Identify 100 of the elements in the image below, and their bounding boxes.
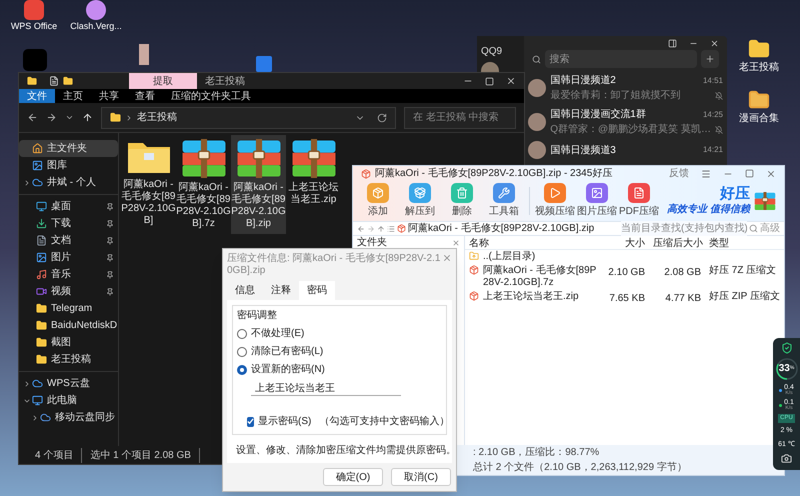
back-icon[interactable] [27,112,38,123]
close-icon[interactable] [710,38,719,48]
path-field[interactable]: 阿薰kaOri - 毛毛修女[89P28V-2.10GB].zip [397,221,619,236]
search-field[interactable]: 搜索 [545,50,697,68]
dialog-button[interactable]: 取消(C) [391,468,451,486]
chevron-right-icon[interactable] [23,380,31,388]
sidebar-label: 图库 [47,158,68,173]
tab[interactable]: 注释 [263,281,299,300]
up-icon[interactable] [82,112,93,123]
password-field[interactable]: 上老王论坛当老王 [251,381,401,396]
camera-icon[interactable] [781,453,792,464]
chat-name: 国韩日漫频道3 [550,144,616,158]
tab[interactable]: 密码 [299,281,335,300]
ribbon-tab[interactable]: 共享 [91,89,127,103]
history-icon[interactable] [65,113,74,122]
chevron-right-icon[interactable] [23,178,31,186]
sidebar-item[interactable]: 此电脑 [19,392,118,409]
archive-icon [469,265,479,275]
toolbar-button[interactable]: 解压到 [399,183,441,219]
sidebar-item[interactable]: 音乐 [23,266,118,283]
sidebar-label: 移动云盘同步 [55,410,115,425]
column-header[interactable]: 名称 [465,236,603,251]
feedback-link[interactable]: 反馈 [669,166,689,181]
folder-icon [36,354,47,365]
sidebar-item[interactable]: Telegram [23,300,118,317]
add-button[interactable] [701,50,719,68]
forward-icon[interactable] [46,112,57,123]
radio-label[interactable]: 设置新的密码(N) [251,362,325,377]
chat-name: 国韩日漫漫画交流1群 [550,108,646,122]
context-tab[interactable]: 提取 [129,73,197,89]
sidebar-item[interactable]: 桌面 [23,198,118,215]
chat-item[interactable]: 国韩日漫频道3 14:21 [524,139,727,161]
column-header[interactable]: 类型 [705,236,784,251]
address-bar[interactable]: 老王投稿 [101,106,396,128]
radio-button[interactable] [237,364,247,374]
pane-title: 文件夹 [357,236,387,248]
file-row[interactable]: 阿薰kaOri - 毛毛修女[89P28V-2.10GB].7z 2.10 GB 2.08 GB 好压 7Z 压缩文 [465,264,784,290]
checkbox[interactable] [247,416,254,426]
file-row[interactable]: 上老王论坛当老王.zip 7.65 KB 4.77 KB 好压 ZIP 压缩文 [465,290,784,307]
ribbon-tab[interactable]: 压缩的文件夹工具 [163,89,259,103]
breadcrumb-item[interactable]: 老王投稿 [137,110,177,125]
toolbar-button[interactable]: 图片压缩 [576,183,618,219]
sidebar-item[interactable]: 截图 [23,334,118,351]
toolbar-button[interactable]: 视频压缩 [534,183,576,219]
toolbar-button[interactable]: 删除 [441,183,483,219]
sidebar-label: 老王投稿 [51,352,92,367]
desktop-icon[interactable]: 漫画合集 [730,89,788,126]
toolbar-button[interactable]: 工具箱 [483,183,525,219]
sidebar-item[interactable]: 老王投稿 [23,351,118,368]
radio-label[interactable]: 清除已有密码(L) [251,344,324,359]
file-item[interactable]: 阿薰kaOri - 毛毛修女[89P28V-2.10GB] [121,135,176,231]
sidebar-item[interactable]: WPS云盘 [19,375,118,392]
close-icon[interactable] [766,168,776,178]
search-field[interactable]: 在 老王投稿 中搜索 [404,106,516,128]
back-icon[interactable] [357,224,365,232]
column-header[interactable]: 压缩后大小 [649,236,705,251]
file-name: ..(上层目录) [483,251,536,263]
ribbon-tab[interactable]: 文件 [19,89,55,103]
close-icon[interactable] [506,76,516,86]
file-name: 阿薰kaOri - 毛毛修女[89P28V-2.10GB].7z [176,182,231,230]
file-row[interactable]: ..(上层目录) [465,250,784,264]
file-item[interactable]: 阿薰kaOri - 毛毛修女[89P28V-2.10GB].zip [231,135,286,234]
file-name: 阿薰kaOri - 毛毛修女[89P28V-2.10GB] [121,179,176,227]
chevron-right-icon[interactable] [31,414,39,422]
maximize-icon[interactable] [745,169,754,178]
tab[interactable]: 信息 [227,281,263,300]
sidebar-item[interactable]: 图片 [23,249,118,266]
desktop-icon[interactable]: Clash.Verg... [70,0,122,34]
sidebar-item[interactable]: 视频 [23,283,118,300]
dialog-button[interactable]: 确定(O) [323,468,383,486]
sidebar-item[interactable]: 下载 [23,215,118,232]
radio-button[interactable] [237,346,247,356]
sidebar-item[interactable]: BaiduNetdiskD [23,317,118,334]
checkbox-label[interactable]: 显示密码(S) [258,414,312,429]
menu-icon[interactable] [701,168,711,178]
column-header[interactable]: 大小 [603,236,649,251]
refresh-icon[interactable] [377,112,387,122]
ribbon-tab[interactable]: 查看 [127,89,163,103]
desktop-icon[interactable]: 老王投稿 [730,38,788,75]
sidebar-item[interactable]: 主文件夹 [19,140,118,157]
sidebar-item[interactable]: 文档 [23,232,118,249]
usage-ring [774,357,798,381]
chat-item[interactable]: 国韩日漫漫画交流1群 14:25 Q群管家：@鹏鹏沙场君莫笑 莫凯… [524,105,727,139]
toolbar-button[interactable]: 添加 [357,183,399,219]
toolbar-button[interactable]: PDF压缩 [618,183,660,219]
file-item[interactable]: 上老王论坛当老王.zip [286,135,341,210]
archive-icon [754,192,776,210]
sidebar-item[interactable]: 井斌 - 个人 [19,174,118,191]
chat-item[interactable]: 国韩日漫频道2 14:51 最爱徐青莉：卸了姐就摸不到 [524,71,727,105]
sidebar-item[interactable]: 图库 [19,157,118,174]
ribbon-tab[interactable]: 主页 [55,89,91,103]
sidebar-item[interactable]: 移动云盘同步 [19,409,118,426]
desktop-icon[interactable]: WPS Office [8,0,60,34]
archive-icon [397,224,406,233]
radio-label[interactable]: 不做处理(E) [251,326,304,341]
radio-button[interactable] [237,328,247,338]
search-field[interactable]: 当前目录查找(支持包内查找) [621,221,747,236]
file-item[interactable]: 阿薰kaOri - 毛毛修女[89P28V-2.10GB].7z [176,135,231,234]
sidebar-toggle-icon[interactable] [668,38,677,48]
view-icon[interactable] [387,224,395,232]
